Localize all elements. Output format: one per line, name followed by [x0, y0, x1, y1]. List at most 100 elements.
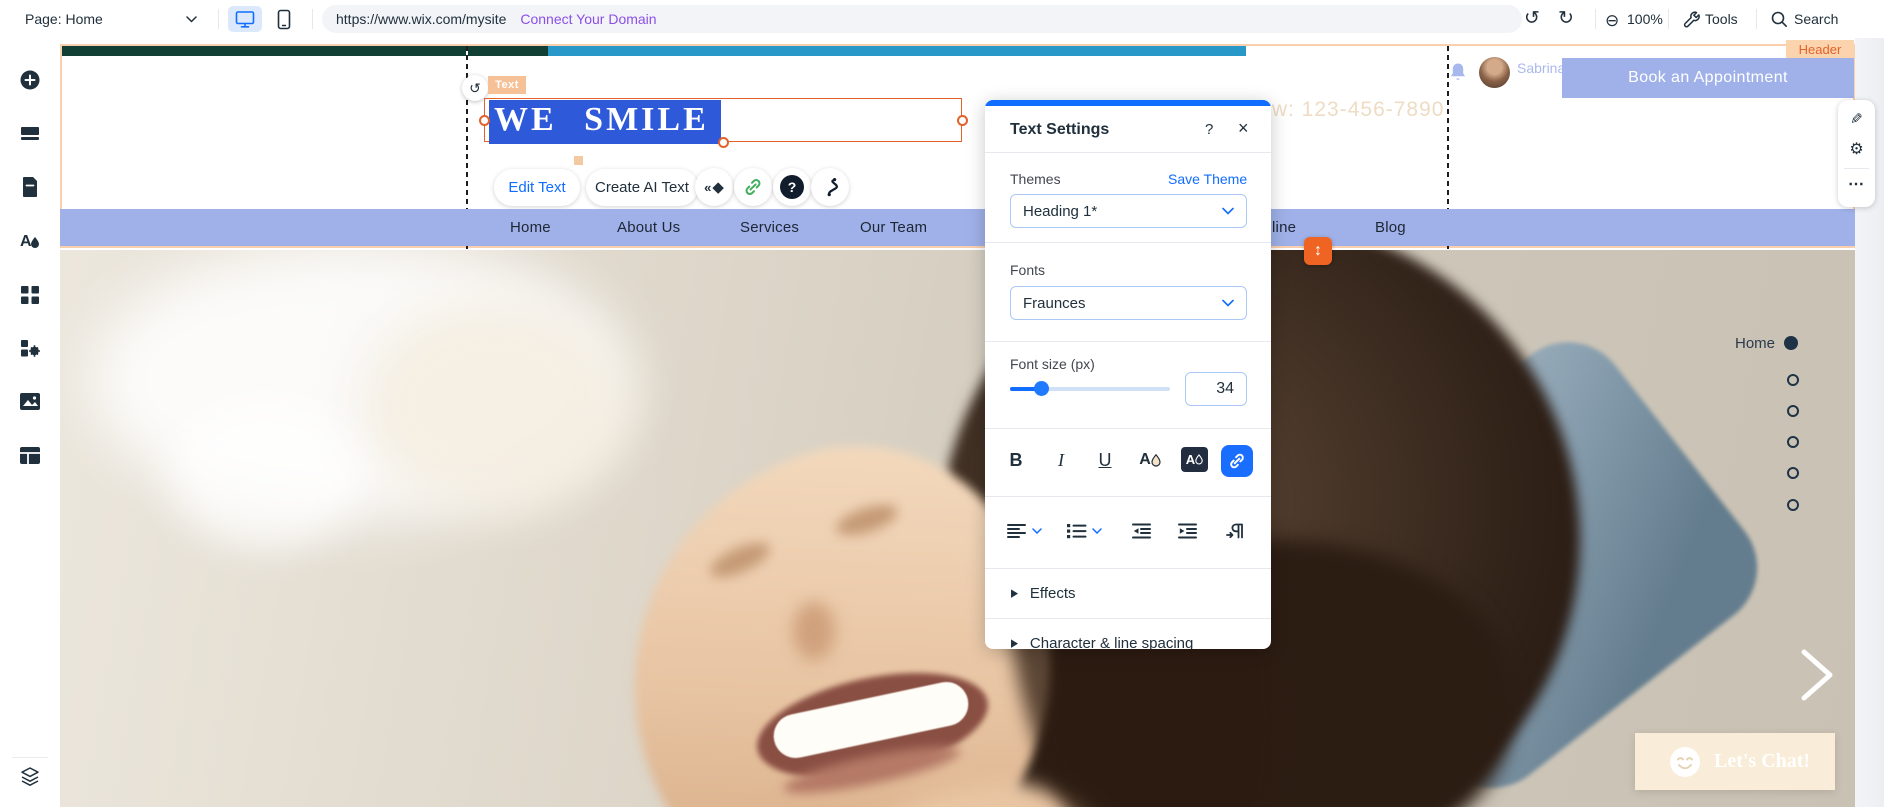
undo-button[interactable]: ↺ — [1524, 5, 1540, 33]
character-spacing-label: Character & line spacing — [1030, 635, 1193, 650]
app-market-button[interactable] — [19, 337, 41, 359]
nav-item-about[interactable]: About Us — [617, 209, 680, 246]
slider-knob[interactable] — [1034, 381, 1049, 396]
add-apps-button[interactable] — [19, 283, 41, 305]
redo-icon: ↻ — [1558, 8, 1574, 29]
link-icon — [743, 177, 763, 197]
spacing-handle[interactable] — [574, 156, 583, 165]
more-options-button[interactable]: ⋯ — [1838, 170, 1875, 198]
desktop-view-button[interactable] — [228, 6, 262, 32]
chevron-down-icon — [1222, 207, 1234, 215]
font-size-input[interactable]: 34 — [1185, 372, 1247, 406]
droplet-icon — [1195, 454, 1203, 465]
page-dots-label[interactable]: Home — [1735, 335, 1775, 352]
edit-pencil-button[interactable]: ✎ — [1838, 106, 1875, 132]
highlight-color-button[interactable]: A — [1181, 447, 1208, 472]
pages-button[interactable] — [19, 176, 41, 198]
layers-button[interactable] — [19, 766, 41, 788]
outdent-icon — [1131, 522, 1152, 540]
blurred-highlight — [360, 300, 630, 510]
italic-button[interactable]: I — [1048, 444, 1074, 476]
member-avatar[interactable] — [1479, 57, 1510, 88]
letter-a: A — [1139, 451, 1151, 469]
hero-photo[interactable]: Home Let's Chat! — [60, 250, 1855, 807]
theme-value: Heading 1* — [1023, 203, 1097, 220]
tools-menu[interactable]: Tools — [1705, 0, 1738, 38]
alignment-dropdown[interactable] — [1007, 518, 1042, 544]
chat-button[interactable]: Let's Chat! — [1635, 733, 1835, 790]
text-direction-button[interactable] — [1225, 518, 1245, 544]
content-manager-button[interactable] — [19, 444, 41, 466]
list-dropdown[interactable] — [1067, 518, 1102, 544]
nav-item-home[interactable]: Home — [510, 209, 551, 246]
zoom-out-icon[interactable]: ⊖ — [1605, 7, 1619, 35]
next-arrow-icon[interactable] — [1796, 646, 1838, 704]
animation-icon: « — [704, 180, 711, 195]
add-elements-button[interactable] — [19, 69, 41, 91]
resize-handle-right[interactable] — [957, 115, 968, 126]
chevron-down-icon[interactable] — [186, 16, 197, 23]
site-design-button[interactable]: A — [19, 229, 41, 251]
mobile-phone-icon — [277, 9, 291, 30]
header-section-tag[interactable]: Header — [1786, 40, 1854, 58]
nav-item-blog[interactable]: Blog — [1375, 209, 1406, 246]
theme-dropdown[interactable]: Heading 1* — [1010, 194, 1247, 228]
save-theme-link[interactable]: Save Theme — [1168, 171, 1247, 187]
page-dot[interactable] — [1787, 405, 1799, 417]
link-button[interactable] — [734, 168, 772, 206]
undo-icon: ↺ — [1524, 8, 1540, 29]
connect-domain-link[interactable]: Connect Your Domain — [520, 11, 656, 27]
site-url-bar[interactable]: https://www.wix.com/mysite Connect Your … — [322, 5, 1522, 33]
text-direction-icon — [1225, 522, 1245, 540]
phone-number-text[interactable]: Now: 123-456-7890 — [1243, 98, 1444, 122]
nav-item-partial[interactable]: line — [1272, 209, 1296, 246]
section-resize-handle[interactable]: ↕ — [1304, 237, 1332, 265]
indent-button[interactable] — [1177, 518, 1198, 544]
media-button[interactable] — [19, 390, 41, 412]
add-section-button[interactable] — [19, 122, 41, 144]
animation-button[interactable]: « ◆ — [695, 168, 733, 206]
page-dot[interactable] — [1787, 374, 1799, 386]
app-market-icon — [19, 337, 41, 359]
effects-section[interactable]: ▶ Effects — [985, 568, 1271, 618]
pencil-icon: ✎ — [1850, 110, 1863, 128]
smiley-icon — [1669, 746, 1701, 778]
mobile-view-button[interactable] — [270, 7, 298, 31]
zoom-level[interactable]: 100% — [1627, 0, 1663, 38]
nav-item-services[interactable]: Services — [740, 209, 799, 246]
divider — [985, 428, 1271, 429]
site-nav-bar[interactable] — [60, 209, 1855, 246]
animation-icon: ◆ — [712, 178, 724, 196]
character-spacing-section[interactable]: ▶ Character & line spacing — [985, 618, 1271, 649]
panel-accent-bar — [985, 100, 1271, 106]
book-appointment-button[interactable]: Book an Appointment — [1562, 58, 1854, 98]
create-ai-text-button[interactable]: Create AI Text — [586, 169, 698, 206]
connect-to-data-button[interactable] — [811, 168, 849, 206]
page-dot[interactable] — [1787, 467, 1799, 479]
bold-button[interactable]: B — [1003, 444, 1029, 476]
divider — [218, 9, 219, 29]
resize-handle-left[interactable] — [479, 115, 490, 126]
notification-bell-icon[interactable] — [1448, 62, 1468, 84]
underline-button[interactable]: U — [1092, 444, 1118, 476]
edit-text-button[interactable]: Edit Text — [494, 169, 580, 206]
help-button[interactable]: ? — [773, 168, 811, 206]
settings-gear-button[interactable]: ⚙ — [1838, 136, 1875, 162]
page-selector[interactable]: Page: Home — [25, 0, 103, 38]
nav-item-our-team[interactable]: Our Team — [860, 209, 927, 246]
selected-heading-text[interactable]: WE SMILE — [489, 100, 721, 144]
redo-button[interactable]: ↻ — [1558, 5, 1574, 33]
font-dropdown[interactable]: Fraunces — [1010, 286, 1247, 320]
plus-circle-icon — [19, 69, 41, 91]
link-button-active[interactable] — [1221, 445, 1253, 477]
resize-handle-bottom[interactable] — [718, 137, 729, 148]
page-dot[interactable] — [1787, 436, 1799, 448]
help-icon[interactable]: ? — [1205, 121, 1213, 138]
divider — [12, 757, 48, 758]
page-dot[interactable] — [1787, 499, 1799, 511]
outdent-button[interactable] — [1131, 518, 1152, 544]
search-button[interactable]: Search — [1794, 0, 1838, 38]
page-dot-active[interactable] — [1784, 336, 1798, 350]
close-icon[interactable]: × — [1238, 118, 1249, 139]
text-color-button[interactable]: A — [1135, 444, 1165, 476]
